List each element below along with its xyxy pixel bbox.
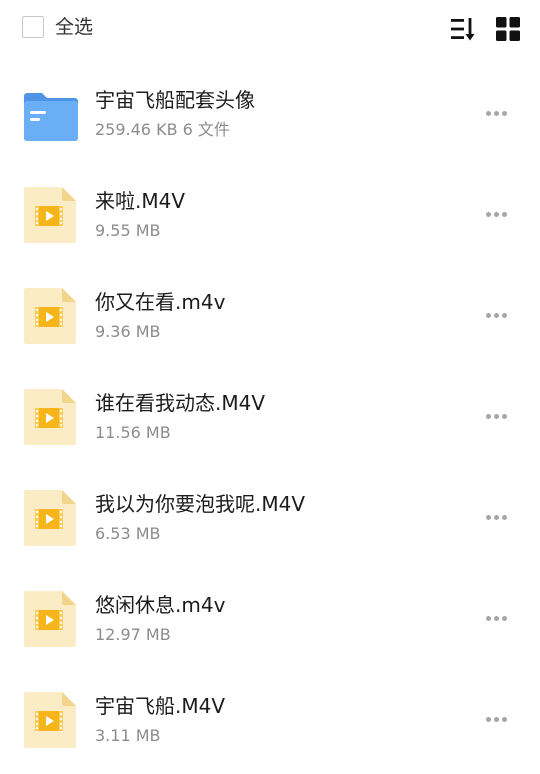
- more-options-button[interactable]: [478, 304, 514, 326]
- video-file-icon: [22, 286, 80, 346]
- more-options-button[interactable]: [478, 708, 514, 730]
- video-file-icon: [22, 185, 80, 245]
- file-name: 来啦.M4V: [95, 189, 186, 213]
- file-name: 你又在看.m4v: [95, 290, 226, 314]
- sort-icon[interactable]: [450, 16, 476, 42]
- more-options-button[interactable]: [478, 405, 514, 427]
- video-file-icon: [22, 690, 80, 750]
- list-item[interactable]: 宇宙飞船配套头像 259.46 KB 6 文件: [0, 62, 540, 163]
- more-options-button[interactable]: [478, 203, 514, 225]
- list-item[interactable]: 宇宙飞船.M4V 3.11 MB: [0, 668, 540, 769]
- video-file-icon: [22, 488, 80, 548]
- more-options-button[interactable]: [478, 102, 514, 124]
- list-item[interactable]: 来啦.M4V 9.55 MB: [0, 163, 540, 264]
- file-meta: 3.11 MB: [95, 726, 161, 745]
- select-all-checkbox[interactable]: [22, 16, 44, 38]
- file-meta: 259.46 KB 6 文件: [95, 120, 230, 139]
- more-options-button[interactable]: [478, 506, 514, 528]
- toolbar: 全选: [0, 0, 540, 56]
- file-name: 我以为你要泡我呢.M4V: [95, 492, 306, 516]
- list-item[interactable]: 我以为你要泡我呢.M4V 6.53 MB: [0, 466, 540, 567]
- video-file-icon: [22, 387, 80, 447]
- file-meta: 12.97 MB: [95, 625, 171, 644]
- file-meta: 9.55 MB: [95, 221, 161, 240]
- grid-view-icon[interactable]: [495, 16, 521, 42]
- video-file-icon: [22, 589, 80, 649]
- folder-icon: [22, 84, 80, 144]
- more-options-button[interactable]: [478, 607, 514, 629]
- select-all-control[interactable]: 全选: [22, 14, 93, 40]
- file-name: 谁在看我动态.M4V: [95, 391, 266, 415]
- file-name: 宇宙飞船.M4V: [95, 694, 226, 718]
- select-all-label: 全选: [55, 16, 94, 38]
- list-item[interactable]: 悠闲休息.m4v 12.97 MB: [0, 567, 540, 668]
- file-meta: 9.36 MB: [95, 322, 161, 341]
- file-meta: 11.56 MB: [95, 423, 171, 442]
- list-item[interactable]: 谁在看我动态.M4V 11.56 MB: [0, 365, 540, 466]
- file-name: 悠闲休息.m4v: [95, 593, 226, 617]
- list-item[interactable]: 你又在看.m4v 9.36 MB: [0, 264, 540, 365]
- file-name: 宇宙飞船配套头像: [95, 88, 255, 112]
- file-meta: 6.53 MB: [95, 524, 161, 543]
- file-list: 宇宙飞船配套头像 259.46 KB 6 文件 来啦.M4V 9.55 MB 你…: [0, 62, 540, 769]
